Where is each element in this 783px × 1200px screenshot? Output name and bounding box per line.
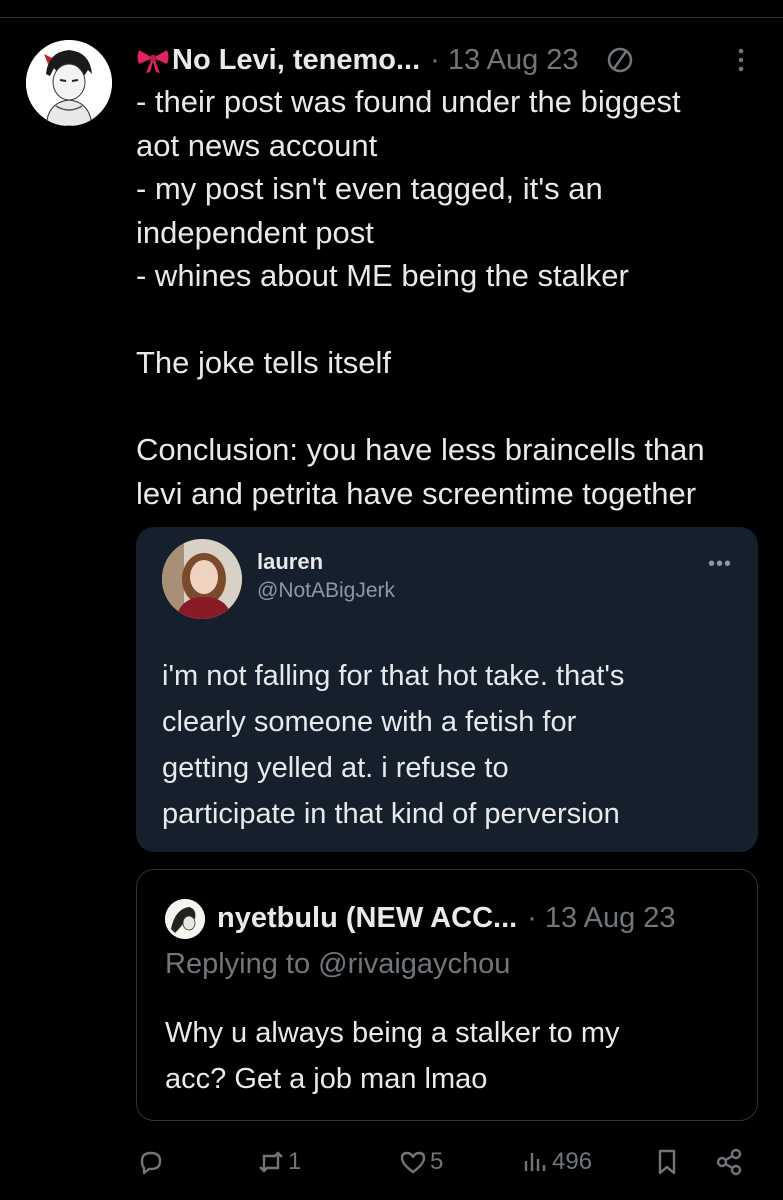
quoted-handle: @NotABigJerk: [257, 579, 396, 602]
retweet-count: 1: [288, 1148, 302, 1175]
quoted-more-icon: •••: [707, 553, 732, 575]
quoted-body: i'm not falling for that hot take. that'…: [162, 653, 732, 837]
tweet-header: No Levi, tenemo... · 13 Aug 23: [136, 38, 763, 82]
author-display-name[interactable]: No Levi, tenemo...: [172, 44, 420, 77]
tweet-line: Conclusion: you have less braincells tha…: [136, 432, 705, 467]
replying-to-handle: @rivaigaychou: [318, 948, 511, 980]
like-count: 5: [430, 1148, 444, 1175]
tweet-date[interactable]: · 13 Aug 23: [430, 44, 578, 77]
replying-to-label: Replying to: [165, 948, 319, 980]
quoted-line: clearly someone with a fetish for: [162, 706, 577, 738]
reply-line: acc? Get a job man lmao: [165, 1063, 488, 1095]
bookmark-button[interactable]: [652, 1142, 682, 1182]
tweet-line: - their post was found under the biggest: [136, 84, 681, 119]
reply-header: nyetbulu (NEW ACC... · 13 Aug 23: [217, 898, 676, 938]
share-button[interactable]: [714, 1142, 744, 1182]
like-button[interactable]: 5: [398, 1142, 443, 1182]
no-entry-icon: [607, 47, 632, 73]
replying-to-line: Replying to @rivaigaychou: [165, 948, 510, 981]
views-icon: [524, 1153, 546, 1171]
heart-icon: [400, 1151, 426, 1174]
quoted-avatar: [162, 539, 242, 619]
views-count: 496: [552, 1148, 593, 1175]
bookmark-icon: [658, 1149, 676, 1175]
quoted-name: lauren: [257, 549, 324, 574]
top-divider: [0, 17, 783, 18]
retweet-icon: [259, 1151, 283, 1173]
ribbon-bow-icon: [137, 50, 169, 73]
more-vertical-icon[interactable]: [737, 46, 745, 74]
quoted-reply-card[interactable]: nyetbulu (NEW ACC... · 13 Aug 23 Replyin…: [136, 869, 758, 1121]
share-icon: [716, 1148, 742, 1176]
tweet-line: - whines about ME being the stalker: [136, 258, 629, 293]
tweet-line: independent post: [136, 214, 374, 250]
quoted-tweet-image[interactable]: lauren @NotABigJerk ••• i'm not falling …: [136, 527, 758, 852]
retweet-button[interactable]: 1: [256, 1142, 301, 1182]
tweet-body: - their post was found under the biggest…: [136, 80, 766, 515]
reply-author-name: nyetbulu (NEW ACC...: [217, 901, 518, 934]
views-button[interactable]: 496: [520, 1142, 592, 1182]
reply-date: · 13 Aug 23: [527, 901, 676, 934]
reply-icon: [140, 1151, 162, 1175]
tweet-line: - my post isn't even tagged, it's an: [136, 171, 603, 206]
reply-body: Why u always being a stalker to my acc? …: [165, 1010, 735, 1102]
action-bar: 1 5 496: [136, 1142, 762, 1182]
reply-button[interactable]: [136, 1142, 168, 1182]
tweet-line: The joke tells itself: [136, 345, 391, 380]
quoted-line: i'm not falling for that hot take. that'…: [162, 660, 625, 692]
author-avatar[interactable]: [26, 40, 112, 126]
reply-line: Why u always being a stalker to my: [165, 1017, 620, 1049]
quoted-line: getting yelled at. i refuse to: [162, 752, 509, 784]
tweet-line: levi and petrita have screentime togethe…: [136, 475, 697, 511]
tweet-line: aot news account: [136, 127, 378, 163]
quoted-line: participate in that kind of perversion: [162, 798, 620, 830]
reply-avatar: [165, 899, 205, 939]
